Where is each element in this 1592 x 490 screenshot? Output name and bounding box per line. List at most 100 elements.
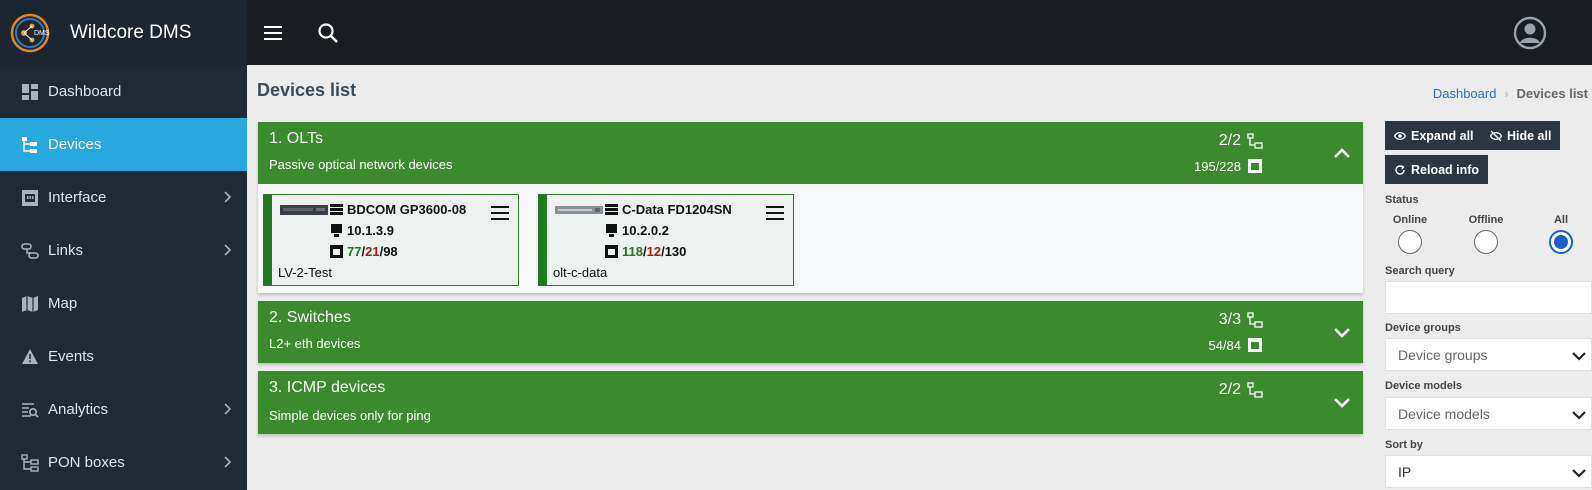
ethernet-port-icon [330, 245, 343, 258]
search-query-input[interactable] [1385, 281, 1592, 314]
chevron-down-icon [1572, 411, 1586, 420]
breadcrumb-separator: › [1504, 86, 1509, 101]
onu-total: 98 [383, 244, 398, 259]
device-group-switches[interactable]: 2. Switches L2+ eth devices 3/3 54/84 [258, 301, 1363, 363]
ethernet-port-icon [1248, 159, 1262, 173]
eye-slash-icon [1490, 130, 1502, 141]
device-models-select[interactable]: Device models [1385, 397, 1592, 430]
device-group-olts-body: BDCOM GP3600-08 10.1.3.9 77/21/98 LV-2-T… [258, 184, 1363, 293]
server-icon [605, 204, 618, 215]
device-onu-counts: 77/21/98 [330, 244, 398, 259]
search-icon[interactable] [315, 20, 341, 46]
ethernet-port-icon [1248, 338, 1262, 352]
device-groups-label: Device groups [1385, 322, 1461, 334]
port-count-value: 195/228 [1194, 158, 1241, 174]
desktop-icon [331, 224, 342, 237]
sidebar-item-links[interactable]: Links [0, 224, 247, 277]
device-models-label: Device models [1385, 380, 1463, 392]
group-device-count: 2/2 [1219, 132, 1263, 150]
devices-tree-icon [1247, 312, 1263, 328]
hamburger-menu-icon[interactable] [260, 20, 286, 46]
sidebar-item-label: Interface [48, 189, 107, 206]
devices-tree-icon [1247, 133, 1263, 149]
sidebar-item-map[interactable]: Map [0, 277, 247, 330]
sidebar-item-analytics[interactable]: Analytics [0, 383, 247, 436]
device-count-value: 2/2 [1218, 132, 1241, 149]
status-offline-label: Offline [1468, 214, 1504, 226]
device-ip: 10.1.3.9 [330, 223, 394, 238]
status-offline-radio[interactable] [1474, 230, 1498, 254]
device-model-text: C-Data FD1204SN [622, 202, 732, 217]
warning-icon [20, 347, 40, 367]
links-icon [20, 241, 40, 261]
device-name: LV-2-Test [278, 265, 332, 280]
status-online-radio[interactable] [1398, 230, 1422, 254]
group-port-count: 195/228 [1194, 158, 1263, 174]
device-group-olts[interactable]: 1. OLTs Passive optical network devices … [258, 122, 1363, 184]
device-groups-placeholder: Device groups [1398, 346, 1488, 363]
device-card[interactable]: BDCOM GP3600-08 10.1.3.9 77/21/98 LV-2-T… [263, 194, 519, 286]
sort-by-select[interactable]: IP [1385, 455, 1592, 488]
sidebar-item-label: Events [48, 348, 94, 365]
sort-by-value: IP [1398, 463, 1412, 480]
sidebar-item-events[interactable]: Events [0, 330, 247, 383]
devices-tree-icon [20, 135, 40, 155]
sidebar-item-label: Links [48, 242, 84, 259]
sidebar-item-interface[interactable]: Interface [0, 171, 247, 224]
group-device-count: 2/2 [1219, 381, 1263, 399]
group-title: 3. ICMP devices [269, 379, 386, 396]
sidebar-item-devices[interactable]: Devices [0, 118, 247, 171]
sidebar-item-label: Analytics [48, 401, 109, 418]
chevron-right-icon [224, 244, 232, 256]
app-name: Wildcore DMS [70, 21, 192, 43]
breadcrumb-current: Devices list [1516, 86, 1588, 101]
device-count-value: 3/3 [1218, 311, 1241, 328]
reload-info-button[interactable]: Reload info [1385, 155, 1489, 184]
device-group-icmp[interactable]: 3. ICMP devices Simple devices only for … [258, 371, 1363, 434]
sidebar-item-label: PON boxes [48, 454, 125, 471]
device-ip-text: 10.2.0.2 [622, 223, 669, 238]
server-icon [330, 204, 343, 215]
sidebar-item-pon-boxes[interactable]: PON boxes [0, 436, 247, 489]
expand-all-button[interactable]: Expand all [1385, 121, 1483, 150]
chevron-down-icon [1572, 352, 1586, 361]
device-model: BDCOM GP3600-08 [330, 202, 466, 217]
brand[interactable]: DMS Wildcore DMS [0, 0, 247, 65]
status-all-radio[interactable] [1549, 230, 1573, 254]
search-query-label: Search query [1385, 265, 1455, 277]
sidebar-item-label: Dashboard [48, 83, 122, 100]
svg-text:DMS: DMS [34, 30, 50, 37]
sort-by-label: Sort by [1385, 439, 1423, 451]
chevron-down-icon[interactable] [1331, 321, 1353, 343]
sidebar-item-dashboard[interactable]: Dashboard [0, 65, 247, 118]
hamburger-menu-icon[interactable] [765, 205, 785, 221]
device-image [555, 206, 603, 214]
reload-icon [1395, 164, 1405, 175]
device-models-placeholder: Device models [1398, 405, 1490, 422]
chevron-up-icon[interactable] [1331, 142, 1353, 164]
hide-all-label: Hide all [1507, 128, 1552, 143]
expand-all-label: Expand all [1411, 128, 1474, 143]
device-image [280, 205, 328, 215]
device-card[interactable]: C-Data FD1204SN 10.2.0.2 118/12/130 olt-… [538, 194, 794, 286]
onu-online: 118 [622, 244, 643, 259]
device-groups-select[interactable]: Device groups [1385, 338, 1592, 371]
onu-online: 77 [347, 244, 362, 259]
sidebar-item-label: Map [48, 295, 78, 312]
ethernet-port-icon [605, 245, 618, 258]
user-avatar-icon[interactable] [1513, 16, 1547, 50]
breadcrumb-dashboard-link[interactable]: Dashboard [1433, 86, 1497, 101]
group-title: 1. OLTs [269, 130, 323, 147]
group-description: Simple devices only for ping [269, 408, 431, 423]
page-title: Devices list [257, 80, 357, 100]
topbar [247, 0, 1592, 65]
chevron-down-icon[interactable] [1331, 391, 1353, 413]
device-name: olt-c-data [553, 265, 608, 280]
analytics-icon [20, 400, 40, 420]
hide-all-button[interactable]: Hide all [1481, 121, 1561, 150]
ethernet-port-icon [20, 188, 40, 208]
hamburger-menu-icon[interactable] [490, 205, 510, 221]
map-icon [20, 294, 40, 314]
chevron-down-icon [1572, 469, 1586, 478]
group-description: L2+ eth devices [269, 336, 361, 351]
